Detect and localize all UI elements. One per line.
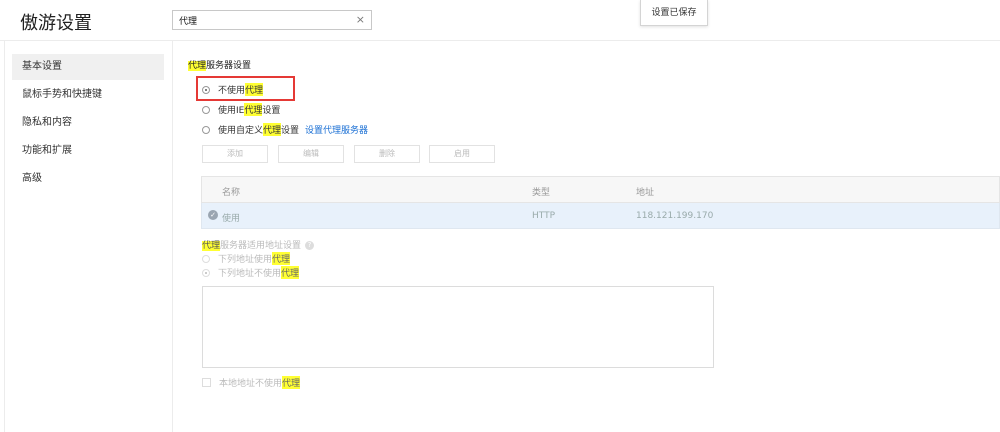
sidebar-divider [172, 41, 173, 432]
search-input[interactable]: 代理 × [172, 10, 372, 30]
add-button[interactable]: 添加 [202, 145, 268, 163]
edit-button[interactable]: 编辑 [278, 145, 344, 163]
col-type: 类型 [532, 188, 551, 198]
saved-toast: 设置已保存 [640, 0, 708, 26]
set-proxy-server-link[interactable]: 设置代理服务器 [305, 123, 368, 136]
radio-indicator[interactable] [202, 85, 210, 94]
radio-no-proxy[interactable]: 不使用 代理 [202, 83, 264, 96]
radio-indicator[interactable] [202, 105, 210, 114]
help-icon[interactable]: ? [305, 241, 315, 250]
sidebar-item-mouse-shortcuts[interactable]: 鼠标手势和快捷键 [12, 82, 164, 108]
app-title: 傲游设置 [20, 13, 92, 34]
col-name: 名称 [222, 188, 241, 198]
sidebar-item-advanced[interactable]: 高级 [12, 166, 164, 192]
col-address: 地址 [636, 188, 655, 198]
radio-ie-proxy[interactable]: 使用IE 代理 设置 [202, 103, 280, 116]
radio-no-proxy-list[interactable]: 下列地址不使用 代理 [202, 266, 300, 279]
apply-settings-label: 代理服务器适用地址设置? [202, 238, 315, 251]
sidebar-item-basic[interactable]: 基本设置 [12, 54, 164, 80]
address-list-textarea[interactable] [202, 286, 714, 368]
sidebar-item-extensions[interactable]: 功能和扩展 [12, 138, 164, 164]
left-border [4, 41, 5, 432]
checkbox-indicator[interactable] [202, 378, 211, 387]
radio-custom-proxy[interactable]: 使用自定义 代理 设置 设置代理服务器 [202, 123, 368, 136]
proxy-section-title: 代理服务器设置 [188, 61, 252, 71]
radio-indicator[interactable] [202, 254, 210, 263]
row-name: 使用 [222, 214, 241, 224]
search-value: 代理 [179, 17, 198, 27]
sidebar-item-privacy[interactable]: 隐私和内容 [12, 110, 164, 136]
row-type: HTTP [532, 211, 556, 221]
delete-button[interactable]: 删除 [354, 145, 420, 163]
local-no-proxy-checkbox[interactable]: 本地地址不使用 代理 [202, 376, 301, 389]
radio-use-proxy-list[interactable]: 下列地址使用 代理 [202, 252, 291, 265]
proxy-table-header: 名称 类型 地址 [201, 176, 1000, 203]
header-divider [0, 40, 1000, 41]
enable-button[interactable]: 启用 [429, 145, 495, 163]
row-address: 118.121.199.170 [636, 211, 714, 221]
radio-indicator[interactable] [202, 268, 210, 277]
check-icon: ✓ [208, 210, 218, 220]
table-row[interactable]: ✓ 使用 HTTP 118.121.199.170 [201, 203, 1000, 229]
clear-icon[interactable]: × [356, 13, 365, 26]
radio-indicator[interactable] [202, 125, 210, 134]
